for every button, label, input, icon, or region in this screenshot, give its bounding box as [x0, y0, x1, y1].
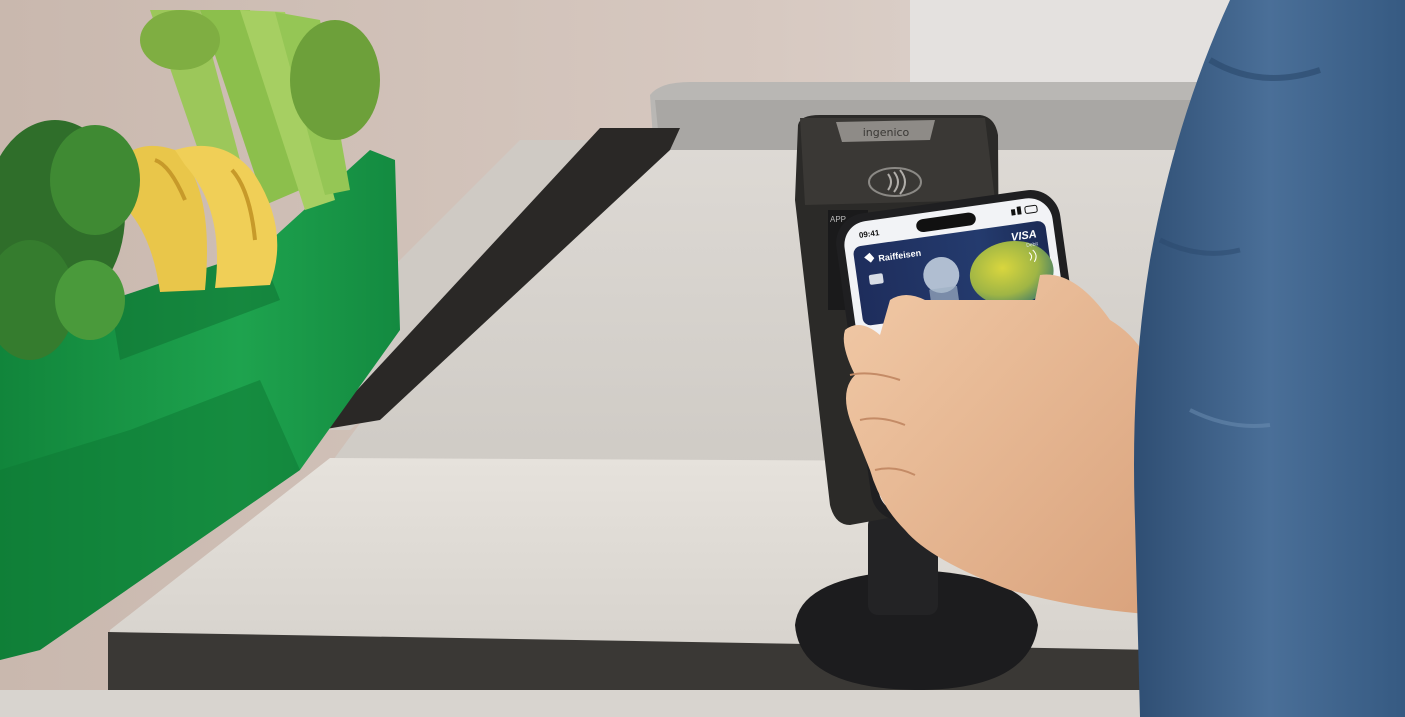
terminal-screen-label: APP [830, 215, 846, 224]
terminal-brand-label: ingenico [863, 126, 910, 139]
card-chip-icon [868, 273, 884, 285]
photo-scene: ingenico APP 09:41 Raiffeisen VISA Debit [0, 0, 1405, 717]
